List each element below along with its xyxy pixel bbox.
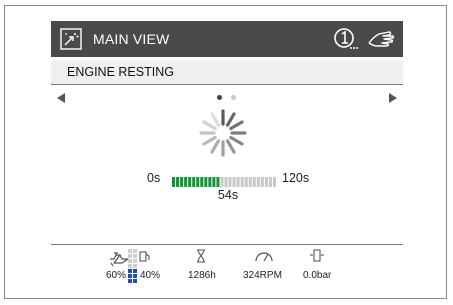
- spinner-ray: [225, 112, 236, 127]
- timer-segment-filled: [216, 177, 220, 187]
- title-bar: MAIN VIEW: [51, 21, 403, 57]
- def-level-value: 40%: [140, 270, 161, 281]
- timer-segment-filled: [200, 177, 204, 187]
- def-level-segment: [133, 279, 137, 283]
- display-screen: MAIN VIEW ENGINE RESTING 0s 120s 54s 60%…: [51, 21, 403, 286]
- timer-progress-bar: [172, 174, 276, 187]
- page-dot-inactive: [231, 95, 236, 100]
- def-level-segment: [128, 279, 132, 283]
- timer-max-label: 120s: [282, 171, 310, 185]
- def-level-segment: [128, 269, 132, 273]
- timer-segment-filled: [212, 177, 216, 187]
- pressure-sensor-icon: [309, 249, 325, 268]
- timer-min-label: 0s: [147, 171, 161, 185]
- def-level-bars-icon: [128, 269, 138, 288]
- timer-segment-empty: [224, 177, 228, 187]
- page-indicator: [217, 95, 241, 101]
- loading-spinner-icon: [199, 109, 247, 157]
- spinner-ray: [229, 120, 244, 131]
- timer-segment-filled: [196, 177, 200, 187]
- hourglass-icon: [196, 249, 206, 268]
- tachometer-icon: [254, 249, 274, 268]
- spinner-ray: [225, 139, 236, 154]
- timer-segment-empty: [260, 177, 264, 187]
- timer-segment-empty: [244, 177, 248, 187]
- engine-rpm-value: 324RPM: [243, 270, 282, 281]
- timer-segment-empty: [264, 177, 268, 187]
- oil-pressure-value: 0.0bar: [303, 270, 332, 281]
- page-title: MAIN VIEW: [93, 31, 170, 47]
- def-level-segment: [133, 269, 137, 273]
- next-page-arrow-icon[interactable]: [389, 93, 397, 103]
- engine-status-row: ENGINE RESTING: [51, 60, 403, 85]
- spinner-ray: [202, 120, 217, 131]
- alert-counter-icon[interactable]: [333, 27, 359, 51]
- fuel-level-value: 60%: [106, 270, 127, 281]
- timer-segment-filled: [176, 177, 180, 187]
- main-view-icon[interactable]: [60, 28, 82, 50]
- def-tank-icon: [139, 249, 151, 267]
- timer-segment-filled: [204, 177, 208, 187]
- hand-throttle-icon[interactable]: [367, 28, 395, 50]
- timer-segment-filled: [208, 177, 212, 187]
- gauge-bar: 60% 40% 1286h 324RPM 0.0bar: [51, 247, 403, 286]
- timer-segment-empty: [232, 177, 236, 187]
- spinner-ray: [202, 135, 217, 146]
- spinner-ray: [210, 139, 221, 154]
- gauge-divider: [51, 244, 403, 245]
- timer-elapsed-value: 54s: [217, 188, 239, 202]
- timer-segment-empty: [220, 177, 224, 187]
- timer-segment-filled: [180, 177, 184, 187]
- spinner-ray: [229, 135, 244, 146]
- timer-segment-empty: [272, 177, 276, 187]
- timer-segment-empty: [240, 177, 244, 187]
- timer-segment-empty: [228, 177, 232, 187]
- timer-segment-filled: [192, 177, 196, 187]
- timer-segment-empty: [236, 177, 240, 187]
- timer-segment-filled: [172, 177, 176, 187]
- timer-segment-empty: [248, 177, 252, 187]
- timer-segment-empty: [256, 177, 260, 187]
- timer-segment-empty: [252, 177, 256, 187]
- timer-segment-filled: [184, 177, 188, 187]
- page-dot-active: [217, 95, 222, 100]
- def-level-segment: [128, 274, 132, 278]
- engine-hours-value: 1286h: [188, 270, 216, 281]
- previous-page-arrow-icon[interactable]: [57, 93, 65, 103]
- spinner-ray: [210, 112, 221, 127]
- timer-segment-filled: [188, 177, 192, 187]
- def-level-segment: [133, 274, 137, 278]
- engine-status-text: ENGINE RESTING: [67, 65, 174, 79]
- timer-segment-empty: [268, 177, 272, 187]
